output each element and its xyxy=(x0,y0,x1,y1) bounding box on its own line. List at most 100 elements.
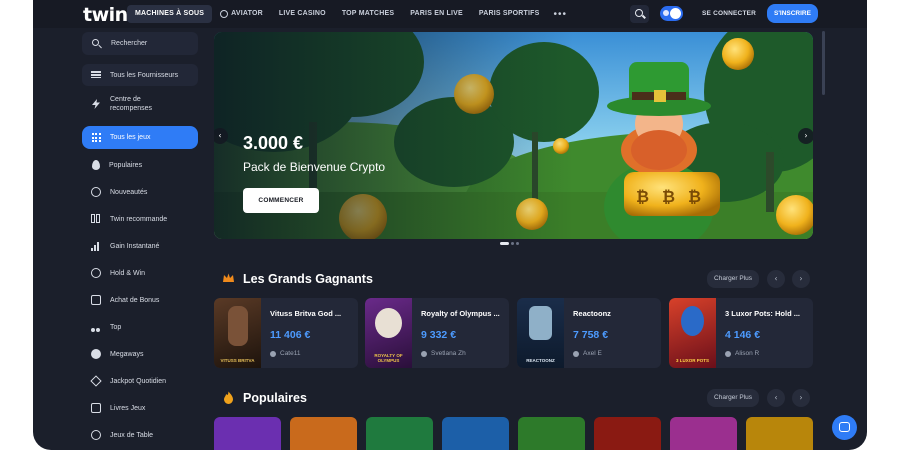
nav-slots-label: MACHINES À SOUS xyxy=(135,10,205,17)
sidebar-item-instant-win[interactable]: Gain Instantané xyxy=(82,240,198,252)
cherries-icon xyxy=(91,322,101,332)
burst-icon xyxy=(91,349,101,359)
moon-icon xyxy=(663,10,669,16)
sidebar-item-twin-recommends[interactable]: Twin recommande xyxy=(82,213,198,225)
carousel-dot[interactable] xyxy=(511,242,514,245)
sidebar-item-popular[interactable]: Populaires xyxy=(82,159,198,171)
user-icon xyxy=(725,350,731,357)
sidebar-item-bonus-buy[interactable]: Achat de Bonus xyxy=(82,294,198,306)
winner-amount: 4 146 € xyxy=(725,329,761,341)
game-tile[interactable] xyxy=(594,417,661,450)
signup-button[interactable]: S'INSCRIRE xyxy=(767,4,818,23)
chevron-left-icon[interactable]: ‹ xyxy=(767,389,785,407)
main-nav: MACHINES À SOUS AVIATOR LIVE CASINO TOP … xyxy=(127,5,573,23)
game-tile[interactable] xyxy=(290,417,357,450)
winner-amount: 11 406 € xyxy=(270,329,311,341)
sidebar-item-label: Populaires xyxy=(109,161,143,169)
sidebar-item-label: Twin recommande xyxy=(110,215,168,223)
chevron-right-icon[interactable]: › xyxy=(798,128,813,144)
search-button[interactable] xyxy=(630,5,649,23)
user-icon xyxy=(573,350,579,357)
game-thumbnail: REACTOONZ xyxy=(517,298,564,368)
winner-card[interactable]: REACTOONZ Reactoonz 7 758 € Axel E xyxy=(517,298,661,368)
sidebar-item-label: Hold & Win xyxy=(110,269,146,277)
search-icon-handle xyxy=(642,14,646,19)
lightning-icon xyxy=(91,99,101,109)
chevron-right-icon[interactable]: › xyxy=(792,389,810,407)
sidebar-search[interactable]: Rechercher xyxy=(82,32,198,55)
sidebar-item-megaways[interactable]: Megaways xyxy=(82,348,198,360)
hero-banner[interactable]: ₿₿₿ 3.000 € Pack de Bienvenue Crypto COM… xyxy=(214,32,813,239)
crown-icon xyxy=(222,272,235,285)
winner-card[interactable]: VITUSS BRITVA Vituss Britva God ... 11 4… xyxy=(214,298,358,368)
sidebar-providers[interactable]: Tous les Fournisseurs xyxy=(82,64,198,86)
game-tile[interactable] xyxy=(746,417,813,450)
game-thumbnail: ROYALTY OF OLYMPUS xyxy=(365,298,412,368)
sidebar-item-book-games[interactable]: Livres Jeux xyxy=(82,402,198,414)
nav-live-betting-label: PARIS EN LIVE xyxy=(410,10,463,17)
theme-toggle[interactable] xyxy=(660,6,683,21)
carousel-dot[interactable] xyxy=(500,242,509,245)
user-icon xyxy=(270,350,276,357)
winner-amount: 9 332 € xyxy=(421,329,457,341)
sidebar-item-label: Jeux de Table xyxy=(110,431,154,439)
sidebar-item-label: Jackpot Quotidien xyxy=(110,377,167,385)
nav-sports-betting[interactable]: PARIS SPORTIFS xyxy=(471,5,548,23)
winner-username: Axel E xyxy=(583,350,602,357)
game-tile[interactable] xyxy=(442,417,509,450)
carousel-dots xyxy=(500,242,519,245)
carousel-dot[interactable] xyxy=(516,242,519,245)
winner-card[interactable]: 3 LUXOR POTS 3 Luxor Pots: Hold ... 4 14… xyxy=(669,298,813,368)
winner-username: Cate11 xyxy=(280,350,301,357)
winner-game-name: 3 Luxor Pots: Hold ... xyxy=(725,309,801,318)
game-tile[interactable] xyxy=(366,417,433,450)
hero-cta-button[interactable]: COMMENCER xyxy=(243,188,319,213)
more-menu-icon[interactable]: ••• xyxy=(547,9,573,20)
chat-support-button[interactable] xyxy=(832,415,857,440)
logo-text: twin xyxy=(83,4,128,26)
winner-username: Alison R xyxy=(735,350,760,357)
winner-user: Alison R xyxy=(725,350,759,357)
winner-card[interactable]: ROYALTY OF OLYMPUS Royalty of Olympus ..… xyxy=(365,298,509,368)
sidebar-item-label: Top xyxy=(110,323,122,331)
chevron-left-icon[interactable]: ‹ xyxy=(767,270,785,288)
section-title-winners: Les Grands Gagnants xyxy=(243,272,373,286)
game-tile[interactable] xyxy=(518,417,585,450)
sidebar-item-table-games[interactable]: Jeux de Table xyxy=(82,429,198,441)
sidebar-item-daily-jackpot[interactable]: Jackpot Quotidien xyxy=(82,375,198,387)
flame-icon xyxy=(92,160,100,170)
popular-load-more-button[interactable]: Charger Plus xyxy=(707,389,759,407)
game-tile[interactable] xyxy=(670,417,737,450)
thumb-label: REACTOONZ xyxy=(526,358,555,363)
nav-top-matches[interactable]: TOP MATCHES xyxy=(334,5,402,23)
chevron-right-icon[interactable]: › xyxy=(792,270,810,288)
sidebar-item-top[interactable]: Top xyxy=(82,321,198,333)
sidebar-rewards-label: Centre de recompenses xyxy=(110,96,153,112)
sidebar-item-label: Nouveautés xyxy=(110,188,148,196)
winners-load-more-button[interactable]: Charger Plus xyxy=(707,270,759,288)
bars-icon xyxy=(91,241,101,251)
new-badge-icon xyxy=(91,187,101,197)
gift-icon xyxy=(91,295,101,305)
game-thumbnail: VITUSS BRITVA xyxy=(214,298,261,368)
nav-aviator[interactable]: AVIATOR xyxy=(212,5,271,23)
game-thumbnail: 3 LUXOR POTS xyxy=(669,298,716,368)
toggle-knob xyxy=(670,8,681,19)
sidebar-item-new[interactable]: Nouveautés xyxy=(82,186,198,198)
scrollbar-thumb[interactable] xyxy=(822,31,825,95)
login-button[interactable]: SE CONNECTER xyxy=(702,10,756,17)
sidebar-rewards[interactable]: Centre de recompenses xyxy=(82,92,198,116)
book-icon xyxy=(91,403,101,413)
hero-subtitle: Pack de Bienvenue Crypto xyxy=(243,160,386,174)
app-frame: twin MACHINES À SOUS AVIATOR LIVE CASINO… xyxy=(33,0,867,450)
nav-live-betting[interactable]: PARIS EN LIVE xyxy=(402,5,471,23)
sidebar-item-hold-win[interactable]: Hold & Win xyxy=(82,267,198,279)
logo[interactable]: twin xyxy=(83,4,128,26)
search-icon xyxy=(92,38,102,49)
nav-sports-betting-label: PARIS SPORTIFS xyxy=(478,10,540,17)
game-tile[interactable] xyxy=(214,417,281,450)
nav-slots[interactable]: MACHINES À SOUS xyxy=(127,5,213,23)
sidebar-item-all-games[interactable]: Tous les jeux xyxy=(82,126,198,149)
nav-live-casino[interactable]: LIVE CASINO xyxy=(271,5,334,23)
chip-icon xyxy=(91,430,101,440)
